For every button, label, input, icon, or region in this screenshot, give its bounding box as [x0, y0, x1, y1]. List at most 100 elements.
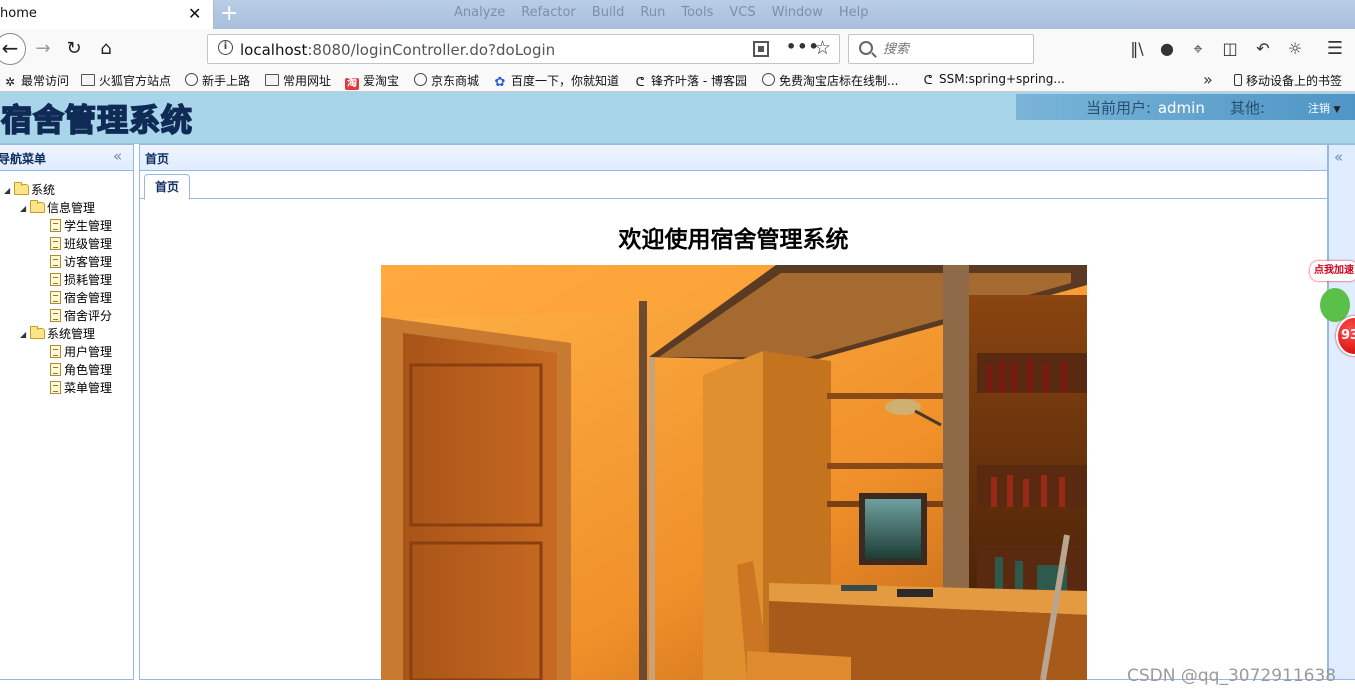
sidebar-icon[interactable]: ◫ — [1219, 38, 1241, 60]
tree-node-label: 访客管理 — [64, 255, 113, 269]
bookmark-item[interactable]: ᕦ 锋齐叶落 - 博客园 — [633, 72, 747, 89]
folder-icon — [265, 74, 279, 86]
tree-leaf-node[interactable]: 损耗管理 — [50, 271, 112, 289]
background-menu-item: Help — [838, 5, 869, 20]
forward-arrow-icon[interactable]: → — [31, 37, 55, 61]
bookmark-label: 京东商城 — [431, 74, 480, 88]
folder-open-icon — [30, 326, 45, 339]
account-icon[interactable]: ☼ — [1284, 38, 1306, 60]
folder-open-icon — [14, 182, 29, 195]
csdn-watermark: CSDN @qq_3072911638 — [1127, 666, 1337, 686]
speedup-label[interactable]: 点我加速 — [1310, 261, 1355, 281]
background-menu-item: Tools — [681, 5, 714, 20]
bookmark-item[interactable]: 火狐官方站点 — [81, 72, 171, 89]
bookmark-item[interactable]: 免费淘宝店标在线制... — [762, 72, 898, 89]
tree-leaf-node[interactable]: 学生管理 — [50, 217, 112, 235]
collapse-left-icon[interactable]: « — [113, 147, 122, 165]
tree-leaf-node[interactable]: 班级管理 — [50, 235, 112, 253]
main-panel: 首页 首页 欢迎使用宿舍管理系统 — [139, 144, 1328, 680]
bookmark-item[interactable]: ✿ 百度一下，你就知道 — [493, 72, 619, 89]
app-logo: 宿舍管理系统 — [0, 102, 193, 140]
bookmark-item[interactable]: 淘爱淘宝 — [345, 72, 399, 90]
folder-open-icon — [30, 200, 45, 213]
search-box[interactable] — [848, 34, 1034, 64]
bookmark-item[interactable]: 新手上路 — [185, 72, 250, 89]
expand-right-icon[interactable]: « — [1334, 148, 1343, 166]
paw-icon: ✿ — [494, 75, 506, 90]
bookmark-item[interactable]: 京东商城 — [414, 72, 479, 89]
bookmark-item[interactable]: 常用网址 — [265, 72, 331, 89]
bookmark-star-icon[interactable]: ☆ — [814, 37, 831, 59]
bookmark-label: 火狐官方站点 — [99, 74, 172, 88]
mobile-bookmarks[interactable]: 移动设备上的书签 — [1234, 72, 1342, 89]
browser-tab-home[interactable]: home ✕ — [0, 0, 214, 29]
tree-expand-icon[interactable]: ◢ — [20, 204, 30, 213]
qr-code-icon[interactable] — [753, 41, 769, 57]
tree-leaf-node[interactable]: 用户管理 — [50, 343, 112, 361]
globe-icon — [762, 73, 775, 86]
user-bar: 当前用户: admin 其他: 注销 ▼ — [1016, 94, 1355, 120]
tree-leaf-node[interactable]: 菜单管理 — [50, 379, 112, 397]
file-icon — [50, 237, 61, 250]
search-icon — [859, 41, 873, 55]
current-user: 当前用户: admin — [1086, 99, 1205, 117]
file-icon — [50, 363, 61, 376]
library-icon[interactable]: ‖\ — [1126, 38, 1148, 60]
bookmarks-bar: » 移动设备上的书签 ✲ 最常访问 火狐官方站点 新手上路 常用网址淘爱淘宝 京东商城 ✿ 百… — [0, 69, 1355, 92]
globe-icon — [185, 73, 198, 86]
tree-folder-node[interactable]: ◢ 系统管理 — [20, 325, 95, 343]
phone-icon — [1234, 74, 1242, 86]
new-tab-icon[interactable]: + — [220, 1, 238, 26]
tree-node-label: 班级管理 — [64, 237, 113, 251]
tree-folder-node[interactable]: ◢ 信息管理 — [20, 199, 95, 217]
dormitory-photo — [381, 265, 1087, 680]
address-bar[interactable]: i localhost:8080/loginController.do?doLo… — [207, 34, 840, 64]
file-icon — [50, 273, 61, 286]
file-icon — [50, 381, 61, 394]
tree-expand-icon[interactable]: ◢ — [4, 186, 14, 195]
gear-icon: ✲ — [4, 75, 16, 89]
logout-menu-button[interactable]: 注销 ▼ — [1308, 100, 1340, 116]
tree-leaf-node[interactable]: 访客管理 — [50, 253, 112, 271]
tree-folder-node[interactable]: ◢ 系统 — [4, 181, 55, 199]
nav-panel-header: 导航菜单 « — [0, 145, 133, 171]
tree-leaf-node[interactable]: 角色管理 — [50, 361, 112, 379]
tree-leaf-node[interactable]: 宿舍评分 — [50, 307, 112, 325]
background-menu-item: Refactor — [521, 5, 576, 20]
file-icon — [50, 255, 61, 268]
hamburger-menu-icon[interactable]: ☰ — [1324, 38, 1346, 60]
dormitory-illustration — [381, 265, 1087, 680]
reload-icon[interactable]: ↻ — [62, 37, 86, 61]
undo-icon[interactable]: ↶ — [1252, 38, 1274, 60]
bookmark-label: 百度一下，你就知道 — [511, 74, 620, 88]
bookmark-item[interactable]: ✲ 最常访问 — [3, 72, 69, 89]
speedup-widget[interactable]: 点我加速 93 — [1306, 258, 1355, 362]
globe-icon — [414, 73, 427, 86]
back-arrow-icon[interactable]: ← — [0, 33, 26, 65]
close-tab-icon[interactable]: ✕ — [188, 4, 201, 23]
tree-leaf-node[interactable]: 宿舍管理 — [50, 289, 112, 307]
background-menu-item: Window — [771, 5, 823, 20]
bookmark-item[interactable]: ᕦ SSM:spring+spring... — [921, 72, 1065, 86]
other-label: 其他: — [1230, 99, 1266, 117]
search-input[interactable] — [883, 39, 1023, 59]
background-window: Analyze Refactor Build Run Tools VCS Window Hel… — [214, 0, 1355, 29]
file-icon — [50, 291, 61, 304]
home-icon[interactable]: ⌂ — [94, 37, 118, 61]
file-icon — [50, 345, 61, 358]
tab-home[interactable]: 首页 — [144, 174, 190, 200]
url-text[interactable]: localhost:8080/loginController.do?doLogi… — [240, 41, 555, 59]
crop-icon[interactable]: ⌖ — [1187, 38, 1209, 60]
bookmarks-overflow-icon[interactable]: » — [1203, 70, 1213, 89]
bookmark-label: 爱淘宝 — [363, 74, 400, 88]
browser-tab-bar: Analyze Refactor Build Run Tools VCS Window Hel… — [0, 0, 1355, 29]
chat-icon[interactable]: ● — [1156, 38, 1178, 60]
speedup-ball[interactable]: 93 — [1336, 316, 1355, 356]
file-icon — [50, 219, 61, 232]
tree-node-label: 菜单管理 — [64, 381, 113, 395]
bookmark-label: 免费淘宝店标在线制... — [779, 74, 899, 88]
taobao-icon: 淘 — [345, 78, 359, 90]
site-info-icon[interactable]: i — [218, 40, 233, 55]
tree-expand-icon[interactable]: ◢ — [20, 330, 30, 339]
script-icon: ᕦ — [635, 75, 645, 89]
